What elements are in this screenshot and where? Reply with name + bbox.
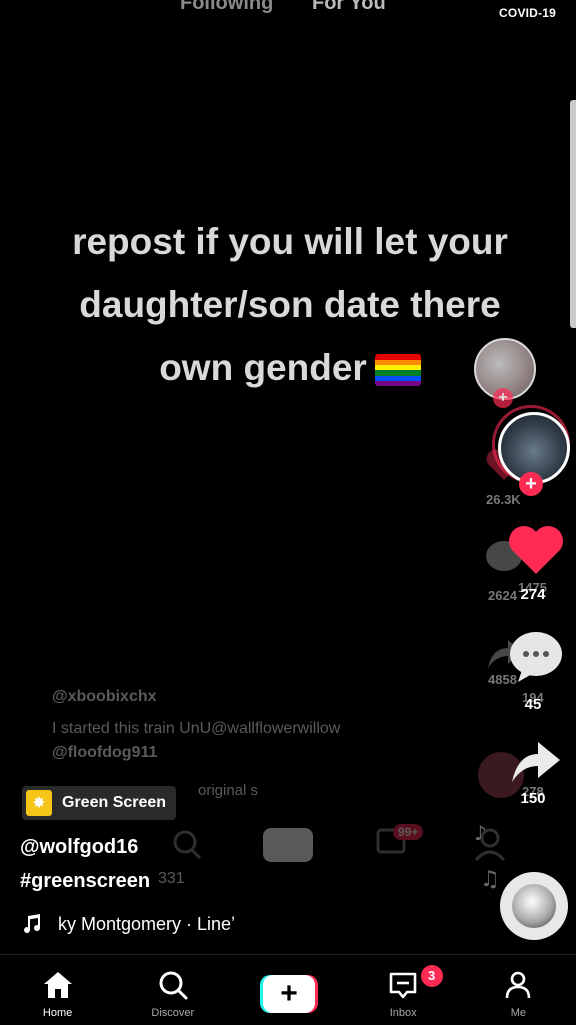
- sound-disc-image: [512, 884, 556, 928]
- svg-text:♫: ♫: [480, 867, 500, 892]
- home-icon: [43, 972, 72, 998]
- ghost-username-2: @floofdog911: [52, 744, 158, 761]
- scroll-indicator[interactable]: [570, 100, 576, 328]
- music-note-icon: [24, 914, 41, 934]
- nav-inbox[interactable]: 3 Inbox: [346, 955, 461, 1025]
- share-count: 150: [520, 790, 546, 807]
- ghost-caption: I started this train UnU@wallflowerwillo…: [52, 720, 341, 737]
- video-text-line3: own gender: [40, 336, 540, 399]
- nav-create[interactable]: +: [230, 955, 345, 1025]
- author-username[interactable]: @wolfgod16: [20, 836, 138, 859]
- follow-button[interactable]: +: [519, 472, 543, 496]
- svg-text:♪: ♪: [474, 821, 487, 845]
- video-text-line3-text: own gender: [159, 347, 367, 388]
- rainbow-flag-icon: [374, 354, 421, 387]
- covid-button[interactable]: COVID-19: [499, 6, 556, 20]
- video-text-line1: repost if you will let your: [72, 221, 508, 262]
- search-icon: [159, 971, 188, 1000]
- comment-count: 45: [524, 696, 542, 713]
- effect-badge[interactable]: ✸ Green Screen: [22, 786, 177, 820]
- profile-icon: [506, 971, 531, 999]
- ghost-inbox-badge: 99+: [393, 824, 424, 840]
- nav-discover-label: Discover: [151, 1007, 195, 1019]
- nav-home[interactable]: Home: [0, 955, 115, 1025]
- like-heart-icon[interactable]: [508, 522, 564, 576]
- hashtag-link[interactable]: #greenscreen: [20, 870, 150, 893]
- sound-info[interactable]: ky Montgomery · Lineʼ: [20, 912, 235, 936]
- nav-discover[interactable]: Discover: [115, 955, 230, 1025]
- video-text: repost if you will let your daughter/son…: [40, 210, 540, 399]
- inbox-icon: [389, 972, 417, 999]
- plus-icon: +: [263, 975, 315, 1013]
- ghost-username: @xboobixchx: [52, 688, 157, 705]
- like-count: 274: [520, 586, 546, 603]
- share-icon[interactable]: [508, 736, 562, 786]
- ghost-like-count: 26.3K: [486, 492, 521, 507]
- top-tabs: Following For You: [0, 0, 576, 15]
- bottom-nav: Home Discover + 3 Inbox Me: [0, 954, 576, 1025]
- inbox-badge: 3: [420, 965, 443, 987]
- tab-for-you[interactable]: For You: [312, 0, 386, 15]
- ghost-follow-icon: +: [493, 388, 513, 408]
- comment-icon[interactable]: [506, 626, 564, 684]
- sound-name: ky Montgomery · Lineʼ: [58, 913, 236, 934]
- effect-icon: ✸: [26, 790, 52, 816]
- nav-me-label: Me: [510, 1007, 527, 1019]
- nav-inbox-label: Inbox: [389, 1007, 417, 1019]
- ghost-sound: original s: [198, 782, 259, 799]
- sound-disc[interactable]: [500, 872, 568, 940]
- nav-me[interactable]: Me: [461, 955, 576, 1025]
- nav-home-label: Home: [42, 1007, 73, 1019]
- video-text-line2: daughter/son date there: [79, 284, 501, 325]
- tab-following[interactable]: Following: [180, 0, 273, 15]
- create-button[interactable]: +: [260, 975, 318, 1013]
- effect-label: Green Screen: [62, 794, 167, 811]
